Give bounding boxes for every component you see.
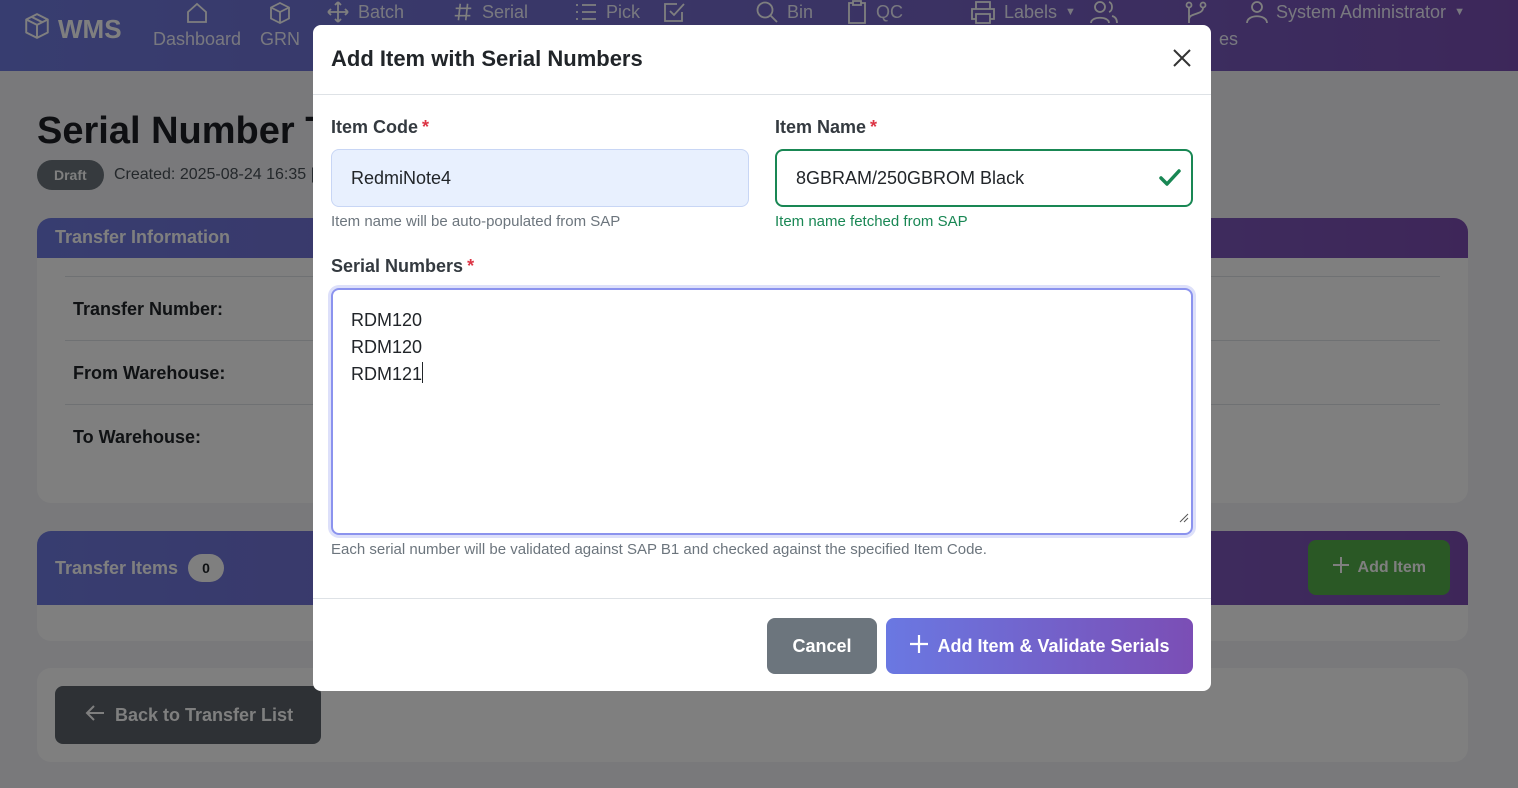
required-mark: *: [422, 117, 430, 137]
serial-line: RDM120: [351, 337, 423, 357]
item-name-input[interactable]: 8GBRAM/250GBROM Black: [775, 149, 1193, 207]
add-item-validate-button[interactable]: Add Item & Validate Serials: [886, 618, 1193, 674]
label-text: Item Name: [775, 117, 867, 137]
label-text: Item Code: [331, 117, 419, 137]
submit-label: Add Item & Validate Serials: [937, 635, 1170, 656]
serial-line-active: RDM121: [351, 361, 1173, 388]
add-item-modal: Add Item with Serial Numbers Item Code * …: [313, 25, 1211, 691]
close-button[interactable]: [1167, 45, 1197, 75]
item-name-label: Item Name *: [775, 117, 877, 138]
serial-line-text: RDM121: [351, 364, 423, 384]
modal-title: Add Item with Serial Numbers: [331, 46, 643, 71]
plus-icon: [909, 634, 929, 659]
serial-line: RDM120: [351, 310, 423, 330]
item-code-help: Item name will be auto-populated from SA…: [331, 213, 621, 230]
valid-check-icon: [1159, 168, 1181, 193]
modal-header: Add Item with Serial Numbers: [313, 25, 1211, 95]
close-icon: [1172, 48, 1192, 73]
text-caret: [422, 362, 424, 383]
serial-numbers-help: Each serial number will be validated aga…: [331, 541, 987, 558]
item-name-help: Item name fetched from SAP: [775, 213, 968, 230]
item-code-input[interactable]: RedmiNote4: [331, 149, 749, 207]
cancel-button[interactable]: Cancel: [767, 618, 877, 674]
serial-numbers-textarea[interactable]: RDM120 RDM120 RDM121: [331, 288, 1193, 535]
label-text: Serial Numbers: [331, 256, 464, 276]
item-code-label: Item Code *: [331, 117, 429, 138]
required-mark: *: [467, 256, 475, 276]
serial-numbers-label: Serial Numbers *: [331, 256, 474, 277]
item-name-value: 8GBRAM/250GBROM Black: [796, 167, 1025, 188]
modal-footer: Cancel Add Item & Validate Serials: [313, 598, 1211, 691]
resize-grip-icon[interactable]: [1179, 504, 1189, 531]
required-mark: *: [870, 117, 878, 137]
item-code-value: RedmiNote4: [351, 167, 452, 188]
